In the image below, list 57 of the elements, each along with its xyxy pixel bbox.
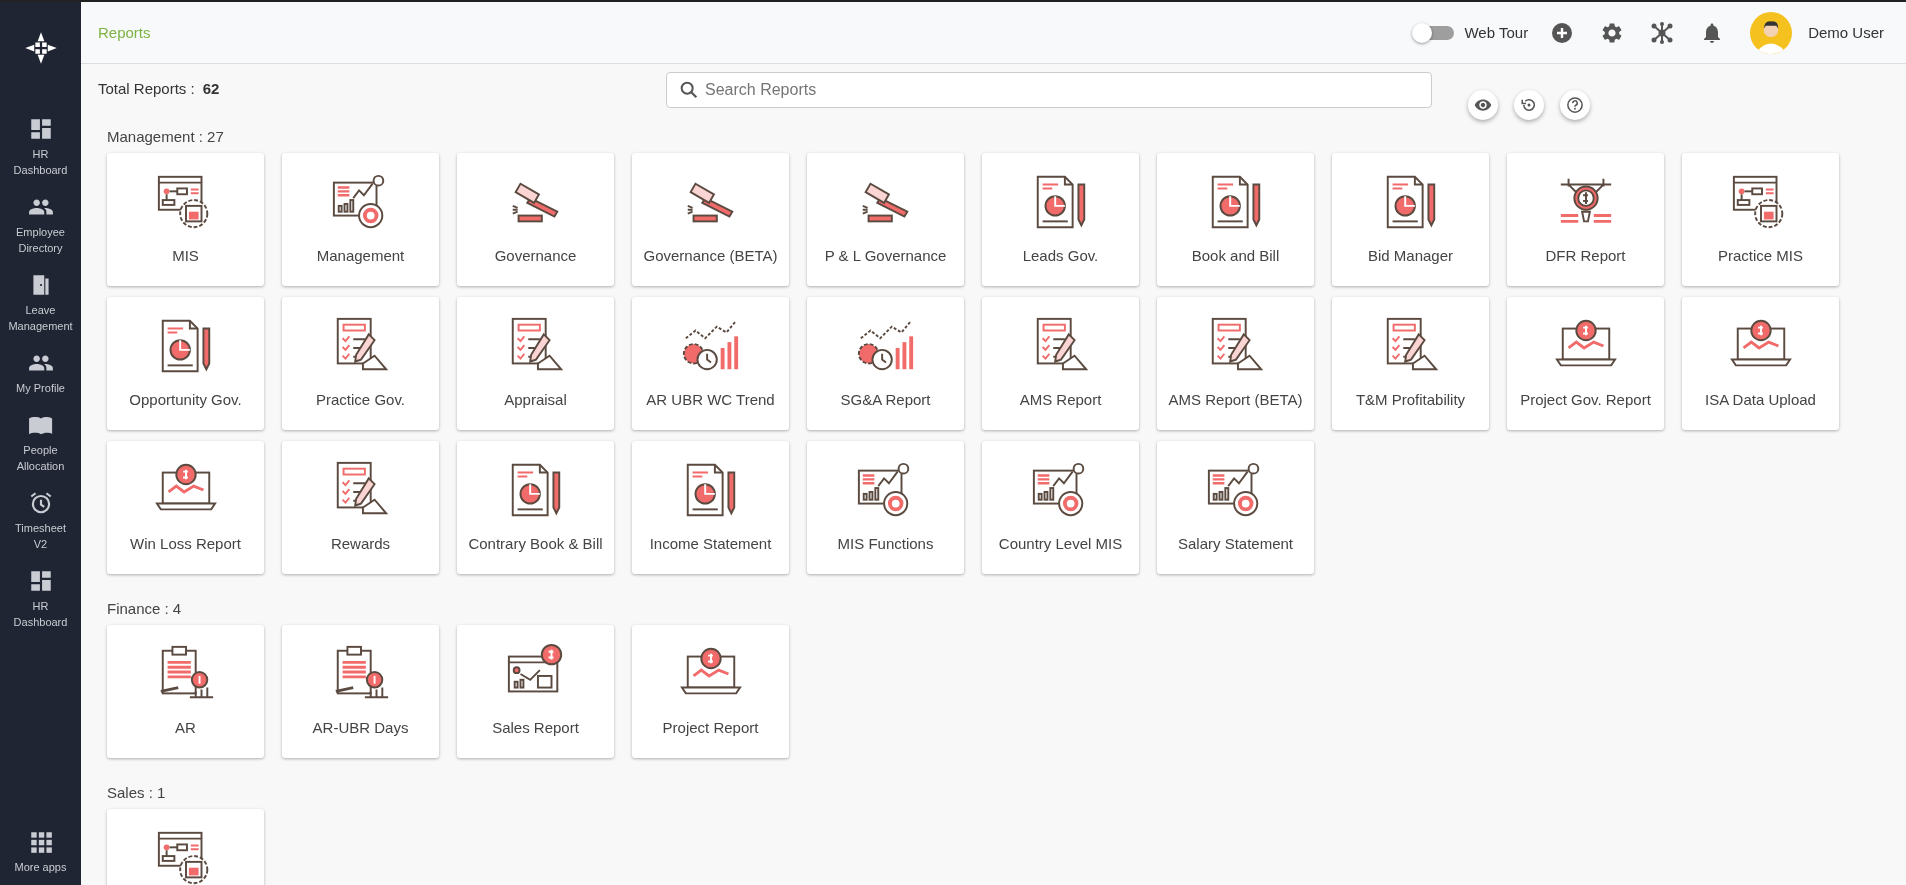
more-apps-button[interactable]: More apps [7,829,74,875]
report-card[interactable]: DFR Report [1507,153,1664,286]
sidebar-item[interactable]: HR Dashboard [7,568,74,630]
report-card[interactable]: Income Statement [632,441,789,574]
report-card[interactable]: T&M Profitability [1332,297,1489,430]
report-card[interactable]: AR-UBR Days [282,625,439,758]
total-reports-label: Total Reports : [98,80,195,97]
sidebar-item[interactable]: Employee Directory [7,194,74,256]
network-icon[interactable] [1650,20,1675,45]
sidebar-item[interactable]: My Profile [7,350,74,396]
report-card[interactable]: Project Report [632,625,789,758]
report-card[interactable]: Country Level MIS [982,441,1139,574]
section-title: Finance : 4 [107,600,183,617]
report-card[interactable]: Contrary Book & Bill [457,441,614,574]
search-icon [678,79,700,101]
report-card[interactable]: Practice Gov. [282,297,439,430]
total-reports-count: 62 [202,80,220,97]
help-icon [1566,96,1584,114]
report-card[interactable]: Bid Manager [1332,153,1489,286]
report-card[interactable]: SG&A Report [807,297,964,430]
report-card[interactable]: Rewards [282,441,439,574]
sidebar-item[interactable]: Leave Management [7,272,74,334]
report-card[interactable]: Governance [457,153,614,286]
report-card[interactable]: ISA Data Upload [1682,297,1839,430]
help-button[interactable] [1560,90,1590,120]
history-button[interactable] [1514,90,1544,120]
report-card[interactable]: AMS Report (BETA) [1157,297,1314,430]
report-card[interactable]: AMS Report [982,297,1139,430]
search-field[interactable]: Search Reports [666,72,1432,108]
report-card[interactable]: Governance (BETA) [632,153,789,286]
report-card[interactable]: Practice MIS [1682,153,1839,286]
sidebar-item[interactable]: Timesheet V2 [7,490,74,552]
history-icon [1520,96,1538,114]
view-button[interactable] [1468,90,1498,120]
report-card[interactable]: Leads Gov. [982,153,1139,286]
report-card[interactable]: Opportunity Gov. [107,297,264,430]
report-card[interactable]: Appraisal [457,297,614,430]
avatar-icon[interactable] [1750,11,1793,54]
report-card[interactable]: AR UBR WC Trend [632,297,789,430]
report-card[interactable]: Sales Report [457,625,614,758]
report-card[interactable]: Project Gov. Report [1507,297,1664,430]
report-card[interactable]: Salary Statement [1157,441,1314,574]
report-card[interactable]: MIS Functions [807,441,964,574]
sidebar-item[interactable]: HR Dashboard [7,116,74,178]
toggle-label: Web Tour [1464,24,1529,41]
report-card[interactable]: MIS [107,153,264,286]
report-card[interactable]: AR [107,625,264,758]
eye-icon [1474,96,1492,114]
section-title: Management : 27 [107,128,225,145]
report-card[interactable]: P & L Governance [807,153,964,286]
section-title: Sales : 1 [107,784,167,801]
report-card[interactable]: Win Loss Report [107,441,264,574]
add-icon[interactable] [1550,20,1575,45]
report-card[interactable]: Management [282,153,439,286]
report-card[interactable]: Book and Bill [1157,153,1314,286]
sidebar-item[interactable]: People Allocation [7,412,74,474]
user-name[interactable]: Demo User [1808,24,1884,41]
